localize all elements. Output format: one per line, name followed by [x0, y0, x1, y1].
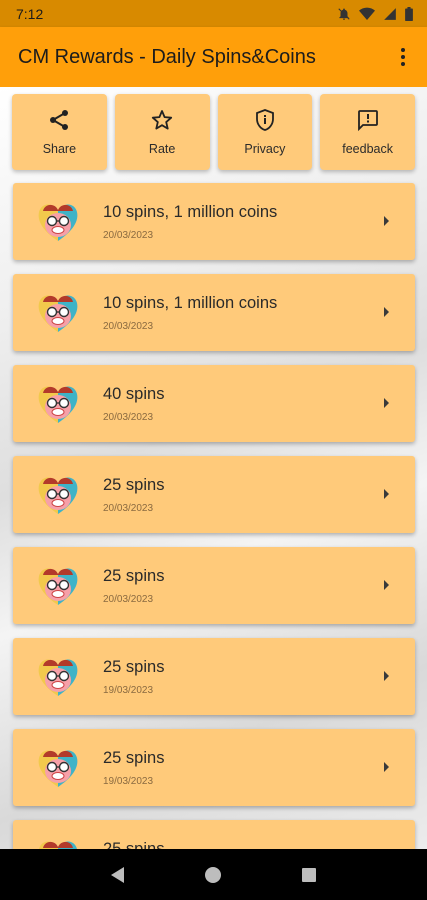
- reward-date: 20/03/2023: [103, 594, 154, 605]
- app-title: CM Rewards - Daily Spins&Coins: [18, 45, 316, 68]
- status-icons: [337, 6, 413, 21]
- more-options-icon[interactable]: [391, 42, 415, 72]
- rate-label: Rate: [148, 142, 176, 156]
- app-logo-icon: [38, 659, 78, 696]
- reward-title: 25 spins: [103, 658, 165, 676]
- chevron-right-icon: [384, 489, 389, 499]
- app-logo-icon: [38, 568, 78, 605]
- notifications-off-icon: [338, 7, 350, 20]
- reward-list-item[interactable]: 40 spins 20/03/2023: [13, 365, 415, 442]
- chevron-right-icon: [384, 580, 389, 590]
- reward-date: 19/03/2023: [103, 776, 154, 787]
- reward-title: 10 spins, 1 million coins: [103, 294, 278, 312]
- reward-date: 20/03/2023: [103, 230, 154, 241]
- reward-list-item[interactable]: 25 spins 19/03/2023: [13, 638, 415, 715]
- signal-icon: [384, 7, 396, 20]
- chevron-right-icon: [384, 398, 389, 408]
- reward-date: 19/03/2023: [103, 685, 154, 696]
- chevron-right-icon: [384, 307, 389, 317]
- app-logo-icon: [38, 204, 78, 241]
- reward-date: 20/03/2023: [103, 321, 154, 332]
- chevron-right-icon: [384, 671, 389, 681]
- star-icon: [152, 110, 173, 130]
- reward-title: 10 spins, 1 million coins: [103, 203, 278, 221]
- feedback-button[interactable]: feedback: [320, 94, 415, 170]
- app-logo-icon: [38, 386, 78, 423]
- chevron-right-icon: [384, 216, 389, 226]
- share-label: Share: [42, 142, 77, 156]
- feedback-label: feedback: [342, 142, 393, 156]
- share-button[interactable]: Share: [12, 94, 107, 170]
- back-icon[interactable]: [110, 866, 124, 883]
- home-icon[interactable]: [204, 866, 221, 883]
- reward-list-item[interactable]: 25 spins: [13, 820, 415, 849]
- reward-title: 25 spins: [103, 749, 165, 767]
- app-bar: CM Rewards - Daily Spins&Coins: [0, 27, 427, 87]
- rate-button[interactable]: Rate: [114, 94, 210, 170]
- status-bar: 7:12: [0, 0, 427, 27]
- app-logo-icon: [38, 477, 78, 514]
- app-logo-icon: [38, 750, 78, 787]
- privacy-label: Privacy: [244, 142, 286, 156]
- feedback-icon: [357, 110, 378, 132]
- wifi-icon: [359, 7, 375, 20]
- content-area[interactable]: Share Rate Privacy feedback 10 spins, 1 …: [0, 87, 427, 849]
- reward-list-item[interactable]: 25 spins 20/03/2023: [13, 547, 415, 624]
- rewards-list: 10 spins, 1 million coins 20/03/2023 10 s…: [13, 183, 415, 849]
- reward-list-item[interactable]: 25 spins 19/03/2023: [13, 729, 415, 806]
- share-icon: [50, 110, 69, 130]
- battery-icon: [405, 6, 413, 21]
- reward-title: 25 spins: [103, 567, 165, 585]
- status-time: 7:12: [16, 5, 44, 22]
- reward-list-item[interactable]: 10 spins, 1 million coins 20/03/2023: [13, 274, 415, 351]
- reward-list-item[interactable]: 10 spins, 1 million coins 20/03/2023: [13, 183, 415, 260]
- recents-icon[interactable]: [302, 867, 317, 882]
- reward-title: 25 spins: [103, 476, 165, 494]
- reward-date: 20/03/2023: [103, 503, 154, 514]
- reward-title: 25 spins: [103, 840, 165, 849]
- action-row: Share Rate Privacy feedback: [12, 94, 415, 170]
- reward-list-item[interactable]: 25 spins 20/03/2023: [13, 456, 415, 533]
- reward-date: 20/03/2023: [103, 412, 154, 423]
- system-nav-bar: [0, 849, 427, 900]
- app-logo-icon: [38, 295, 78, 332]
- reward-title: 40 spins: [103, 385, 165, 403]
- privacy-button[interactable]: Privacy: [217, 94, 313, 170]
- app-logo-icon: [39, 841, 77, 849]
- shield-icon: [255, 109, 274, 131]
- chevron-right-icon: [384, 762, 389, 772]
